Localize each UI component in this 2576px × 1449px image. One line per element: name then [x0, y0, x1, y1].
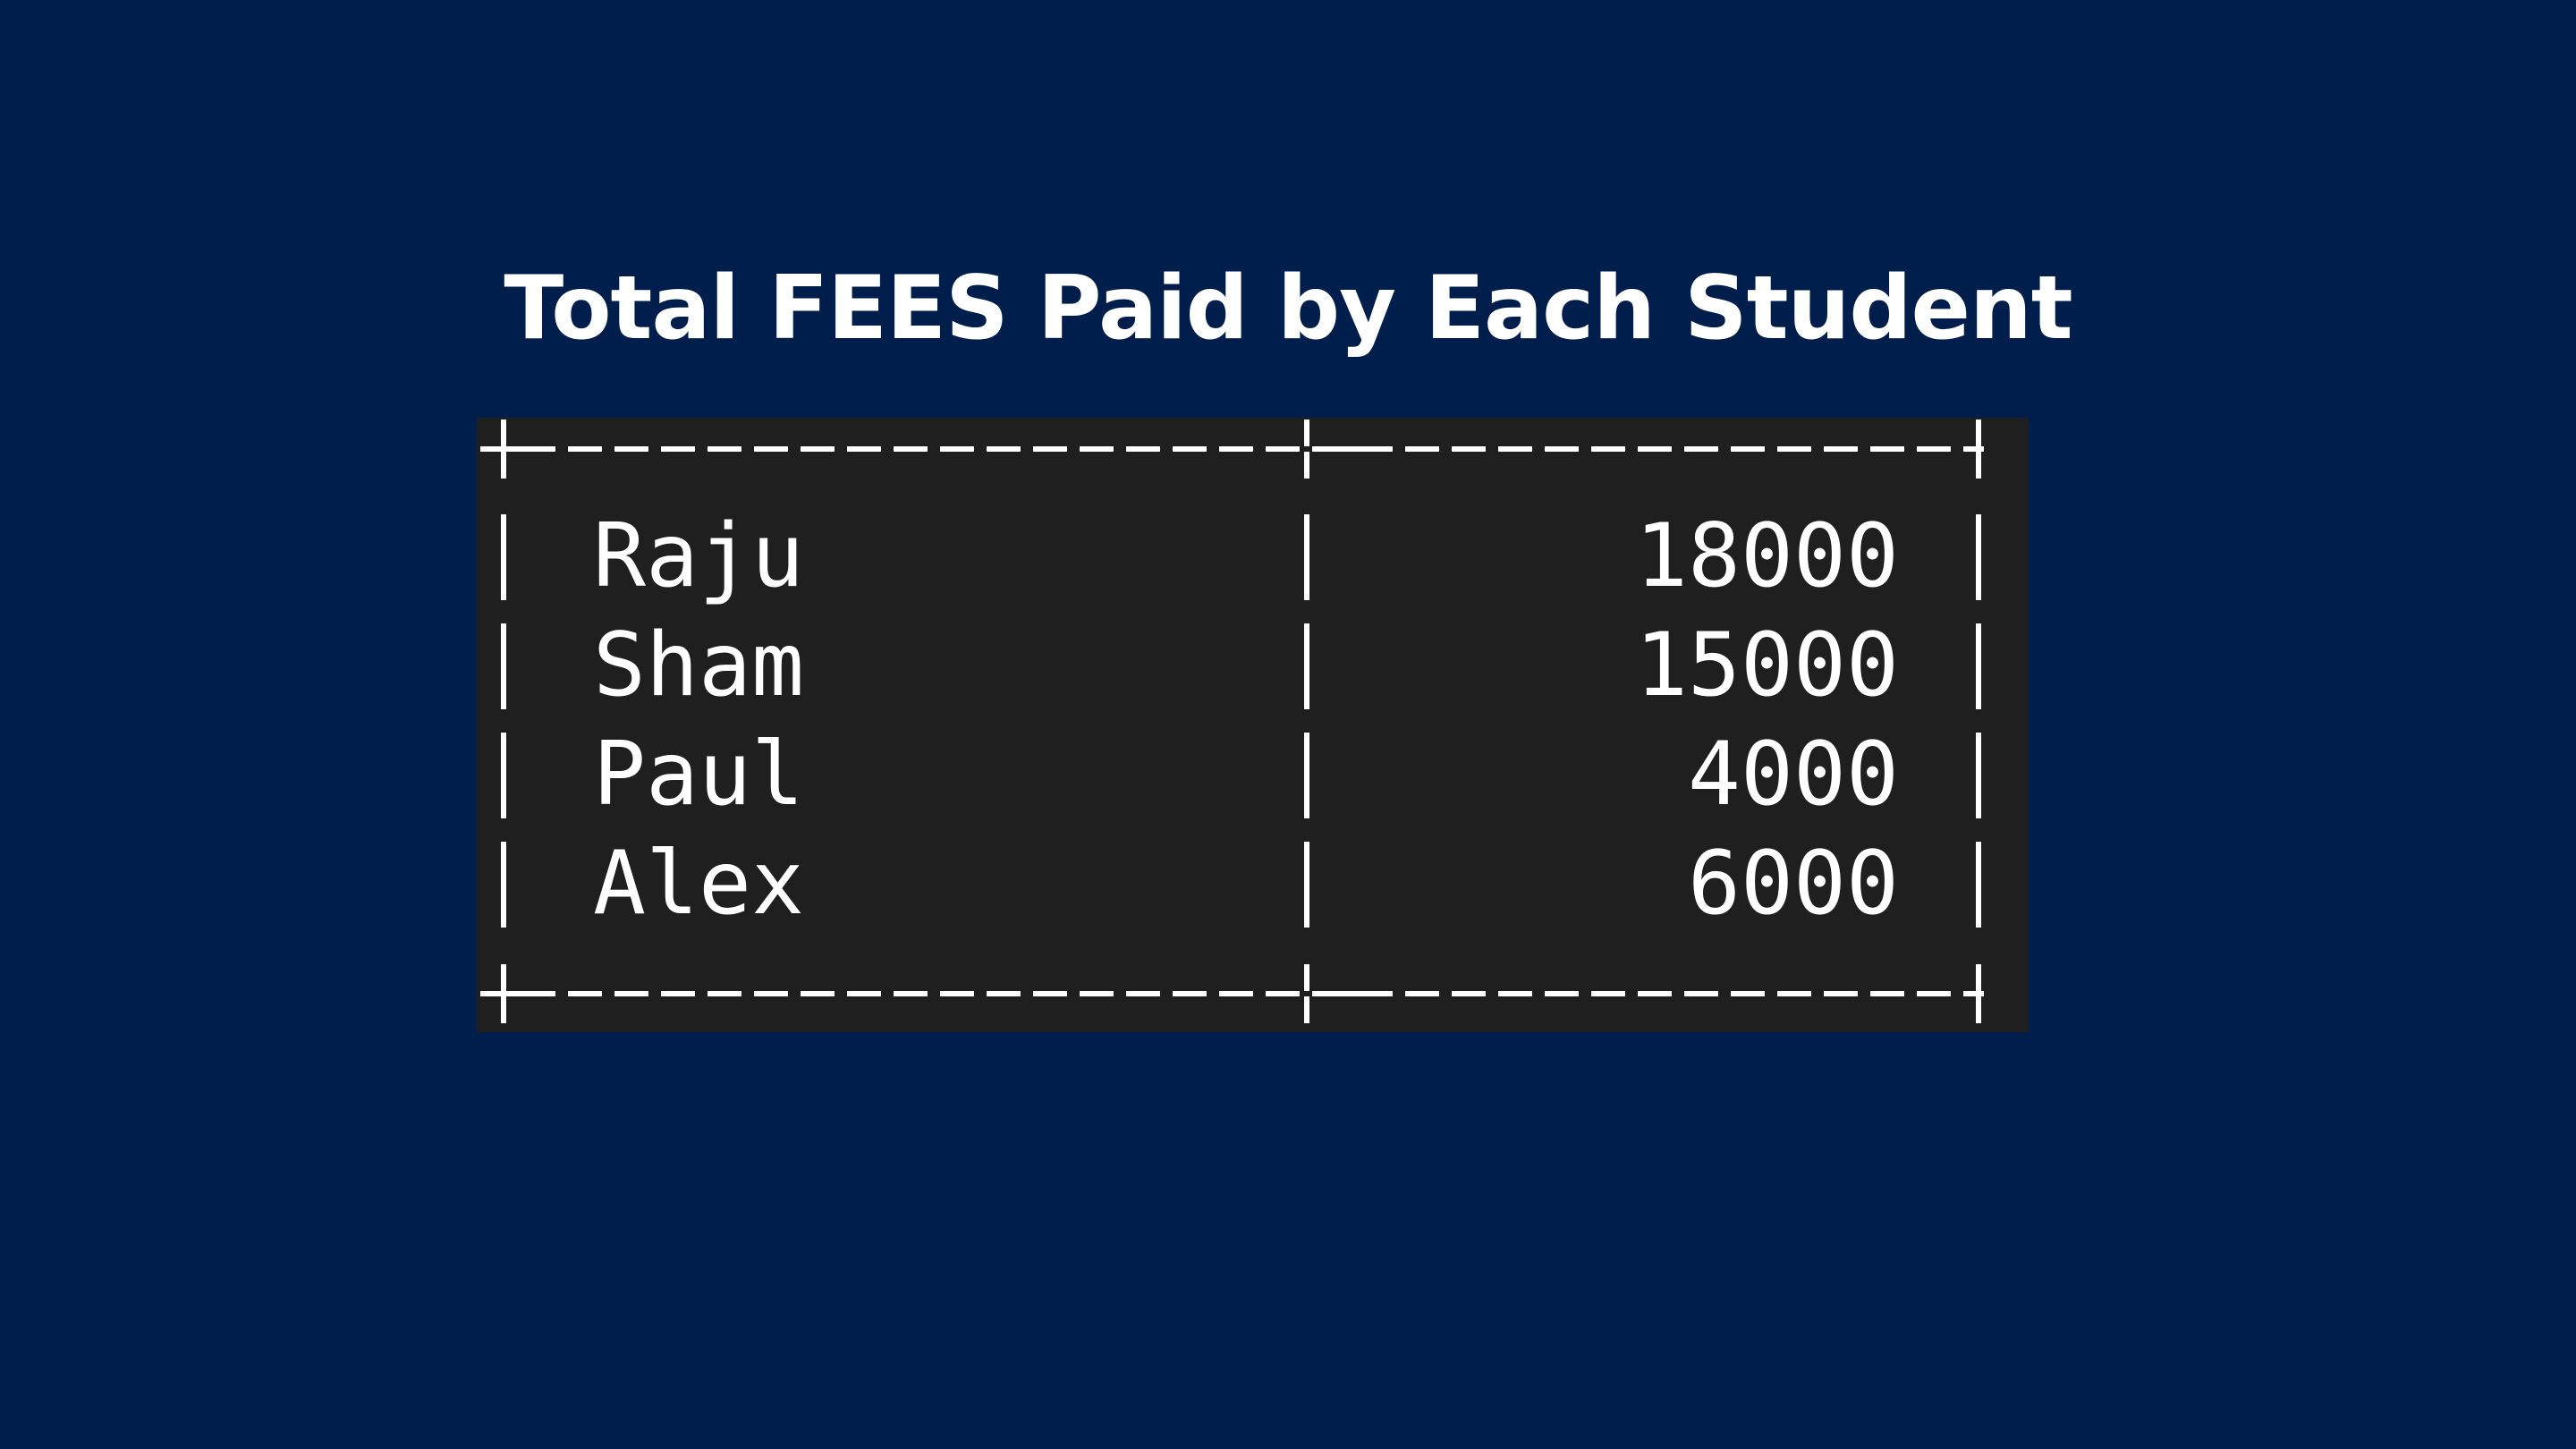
- border-dash-gap: [1951, 991, 1963, 996]
- row-pipe-left: [501, 514, 506, 600]
- border-dash-gap: [555, 446, 568, 452]
- border-dash-gap: [974, 446, 987, 452]
- border-dash-gap: [1067, 991, 1080, 996]
- row-pipe-right: [1976, 514, 1981, 600]
- total-fees-cell: 18000: [1634, 505, 1899, 607]
- border-dash-gap: [1625, 446, 1638, 452]
- row-pipe-left: [501, 733, 506, 818]
- student-name-cell: Alex: [593, 833, 805, 935]
- student-name-cell: Sham: [593, 614, 805, 716]
- total-fees-cell: 4000: [1687, 724, 1899, 826]
- table-corner-top-left: [501, 419, 506, 479]
- row-pipe-left: [501, 623, 506, 709]
- border-dash-gap: [835, 991, 847, 996]
- border-dash-gap: [1021, 446, 1033, 452]
- border-dash-gap: [1207, 446, 1219, 452]
- table-corner-bottom-right: [1976, 964, 1981, 1023]
- slide-title: Total FEES Paid by Each Student: [0, 250, 2576, 367]
- border-dash-gap: [881, 991, 894, 996]
- border-dash-gap: [1858, 446, 1870, 452]
- border-dash-gap: [1672, 991, 1684, 996]
- border-dash-gap: [1393, 991, 1405, 996]
- border-dash-gap: [695, 446, 708, 452]
- border-dash-gap: [928, 991, 940, 996]
- border-dash-gap: [1811, 991, 1824, 996]
- row-pipe-left: [501, 842, 506, 928]
- row-pipe-middle: [1304, 623, 1309, 709]
- row-pipe-middle: [1304, 514, 1309, 600]
- border-dash-gap: [1811, 446, 1824, 452]
- border-dash-gap: [1951, 446, 1963, 452]
- border-dash-gap: [1858, 991, 1870, 996]
- border-dash-gap: [928, 446, 940, 452]
- total-fees-cell: 15000: [1634, 614, 1899, 716]
- row-pipe-right: [1976, 733, 1981, 818]
- border-dash-gap: [1253, 991, 1266, 996]
- border-dash-gap: [835, 446, 847, 452]
- border-dash-gap: [1160, 446, 1173, 452]
- border-dash-gap: [1765, 991, 1777, 996]
- border-dash-gap: [1300, 991, 1312, 996]
- border-dash-gap: [1718, 446, 1731, 452]
- student-name-cell: Raju: [593, 505, 805, 607]
- border-dash-gap: [1393, 446, 1405, 452]
- border-dash-gap: [741, 991, 754, 996]
- border-dash-gap: [881, 446, 894, 452]
- table-corner-top-right: [1976, 419, 1981, 479]
- border-dash-gap: [1439, 991, 1452, 996]
- border-dash-gap: [602, 991, 614, 996]
- row-pipe-right: [1976, 842, 1981, 928]
- border-dash-gap: [1114, 446, 1126, 452]
- border-dash-gap: [1021, 991, 1033, 996]
- border-dash-gap: [1579, 446, 1591, 452]
- table-corner-bottom-left: [501, 964, 506, 1023]
- border-dash-gap: [1160, 991, 1173, 996]
- border-dash-gap: [788, 991, 801, 996]
- row-pipe-middle: [1304, 842, 1309, 928]
- query-result-table: Raju 18000 Sham 15000 Paul 4000 Alex 600…: [477, 418, 2029, 1032]
- border-dash-gap: [1532, 991, 1545, 996]
- student-name-cell: Paul: [593, 724, 805, 826]
- border-dash-gap: [1486, 991, 1498, 996]
- border-dash-gap: [1765, 446, 1777, 452]
- border-dash-gap: [1439, 446, 1452, 452]
- border-dash-gap: [695, 991, 708, 996]
- border-dash-gap: [1486, 446, 1498, 452]
- border-dash-gap: [1904, 991, 1917, 996]
- slide-title-text: Total FEES Paid by Each Student: [504, 258, 2072, 360]
- border-dash-gap: [602, 446, 614, 452]
- total-fees-cell: 6000: [1687, 833, 1899, 935]
- border-dash-gap: [648, 446, 661, 452]
- row-pipe-middle: [1304, 733, 1309, 818]
- border-dash-gap: [1718, 991, 1731, 996]
- border-dash-gap: [1300, 446, 1312, 452]
- border-dash-gap: [1579, 991, 1591, 996]
- border-dash-gap: [1253, 446, 1266, 452]
- border-dash-gap: [1997, 446, 2010, 452]
- border-dash-gap: [555, 991, 568, 996]
- border-dash-gap: [1625, 991, 1638, 996]
- border-dash-gap: [1207, 991, 1219, 996]
- border-dash-gap: [1532, 446, 1545, 452]
- border-dash-gap: [974, 991, 987, 996]
- border-dash-gap: [1997, 991, 2010, 996]
- border-dash-gap: [1904, 446, 1917, 452]
- border-dash-gap: [648, 991, 661, 996]
- border-dash-gap: [1672, 446, 1684, 452]
- border-dash-gap: [1114, 991, 1126, 996]
- row-pipe-right: [1976, 623, 1981, 709]
- border-dash-gap: [1067, 446, 1080, 452]
- border-dash-gap: [741, 446, 754, 452]
- border-dash-gap: [788, 446, 801, 452]
